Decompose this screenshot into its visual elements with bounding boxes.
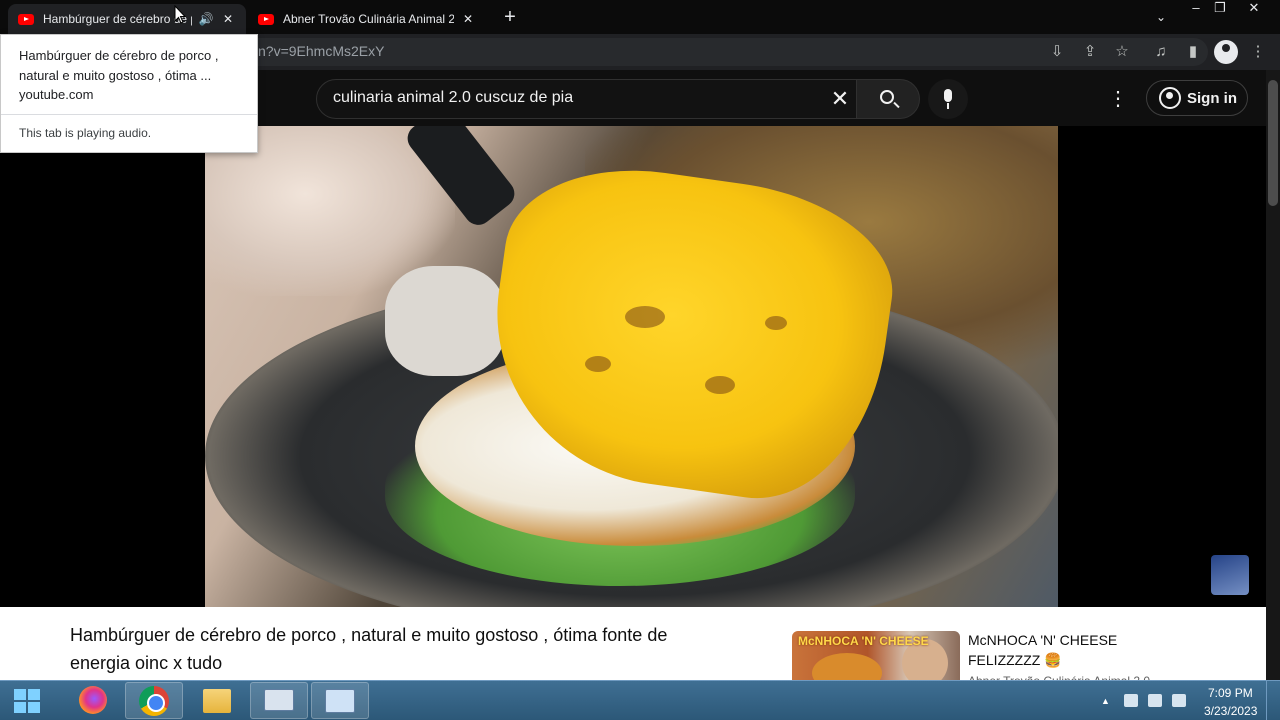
windows-logo-pane [14, 689, 26, 700]
window-close-button[interactable]: ✕ [1240, 0, 1268, 18]
thumbnail-text: McNHOCA 'N' CHEESE [798, 634, 929, 648]
hover-card-domain: youtube.com [19, 87, 94, 102]
windows-logo-pane [28, 689, 40, 700]
search-button[interactable] [856, 79, 920, 119]
tab-title: Abner Trovão Culinária Animal 2.0 [283, 12, 454, 26]
scrollbar-thumb[interactable] [1268, 80, 1278, 206]
network-tray-icon[interactable] [1148, 694, 1162, 707]
bookmark-star-icon[interactable]: ☆ [1112, 42, 1132, 62]
windows-logo-pane [28, 702, 40, 713]
start-button[interactable] [8, 684, 46, 716]
tab-close-icon[interactable]: ✕ [220, 12, 236, 26]
video-scorch-mark [625, 306, 665, 328]
restore-button[interactable]: ❐ [1206, 0, 1234, 18]
settings-menu-icon[interactable]: ⋮ [1106, 86, 1130, 112]
search-query[interactable]: culinaria animal 2.0 cuscuz de pia [333, 89, 573, 107]
profile-avatar-icon[interactable] [1214, 40, 1238, 64]
youtube-favicon-icon [258, 13, 274, 25]
hover-card-divider [1, 114, 257, 115]
clock-time[interactable]: 7:09 PM [1208, 686, 1253, 700]
video-title: Hambúrguer de cérebro de porco , natural… [70, 625, 668, 673]
action-center-icon[interactable] [1124, 694, 1138, 707]
install-icon[interactable]: ⇩ [1047, 42, 1067, 62]
mouse-cursor-icon [174, 5, 186, 24]
chrome-icon [139, 686, 169, 716]
video-scorch-mark [585, 356, 611, 372]
search-icon [880, 90, 894, 104]
url-text[interactable]: n?v=9EhmcMs2ExY [258, 43, 384, 59]
clear-search-icon[interactable]: ✕ [826, 86, 854, 112]
thumb-burger [812, 653, 882, 680]
keyboard-icon [264, 689, 294, 711]
tray-overflow-icon[interactable]: ▲ [1101, 696, 1110, 706]
recommended-title[interactable]: McNHOCA 'N' CHEESE FELIZZZZZ 🍔 [968, 630, 1148, 670]
tab-close-icon[interactable]: ✕ [460, 12, 476, 26]
network-icon [325, 689, 355, 713]
microphone-stand [947, 103, 949, 109]
hover-card-audio-status: This tab is playing audio. [19, 126, 152, 140]
file-explorer-icon [203, 689, 231, 713]
video-scorch-mark [705, 376, 735, 394]
tab-active[interactable]: Hambúrguer de cérebro de porco 🔊 ✕ [8, 4, 246, 34]
clock-date[interactable]: 3/23/2023 [1204, 704, 1257, 718]
chrome-menu-icon[interactable]: ⋮ [1248, 42, 1268, 62]
windows-logo-pane [14, 702, 26, 713]
sign-in-button[interactable]: Sign in [1146, 80, 1248, 116]
sign-in-label: Sign in [1187, 89, 1237, 107]
firefox-icon [79, 686, 107, 714]
voice-search-button[interactable] [928, 79, 968, 119]
channel-watermark[interactable] [1211, 555, 1249, 595]
recommended-thumbnail[interactable]: McNHOCA 'N' CHEESE [792, 631, 960, 680]
speaker-icon[interactable]: 🔊 [198, 12, 214, 26]
tab-search-button[interactable]: ⌄ [1150, 7, 1172, 27]
media-control-icon[interactable]: ♫ [1151, 42, 1171, 62]
tab-title: Hambúrguer de cérebro de porco [43, 12, 192, 26]
hover-card-title: Hambúrguer de cérebro de porco , natural… [19, 48, 219, 83]
volume-muted-icon[interactable] [1172, 694, 1186, 707]
show-desktop-button[interactable] [1266, 681, 1280, 720]
video-frame[interactable] [205, 126, 1058, 607]
youtube-favicon-icon [18, 13, 34, 25]
video-scorch-mark [765, 316, 787, 330]
account-icon [1159, 87, 1181, 109]
video-bread [385, 266, 505, 376]
side-panel-icon[interactable]: ▮ [1183, 42, 1203, 62]
tab-hover-card: Hambúrguer de cérebro de porco , natural… [0, 34, 258, 153]
microphone-icon [944, 89, 952, 102]
share-icon[interactable]: ⇪ [1080, 42, 1100, 62]
tab-inactive[interactable]: Abner Trovão Culinária Animal 2.0 ✕ [248, 4, 486, 34]
new-tab-button[interactable]: + [498, 6, 522, 30]
